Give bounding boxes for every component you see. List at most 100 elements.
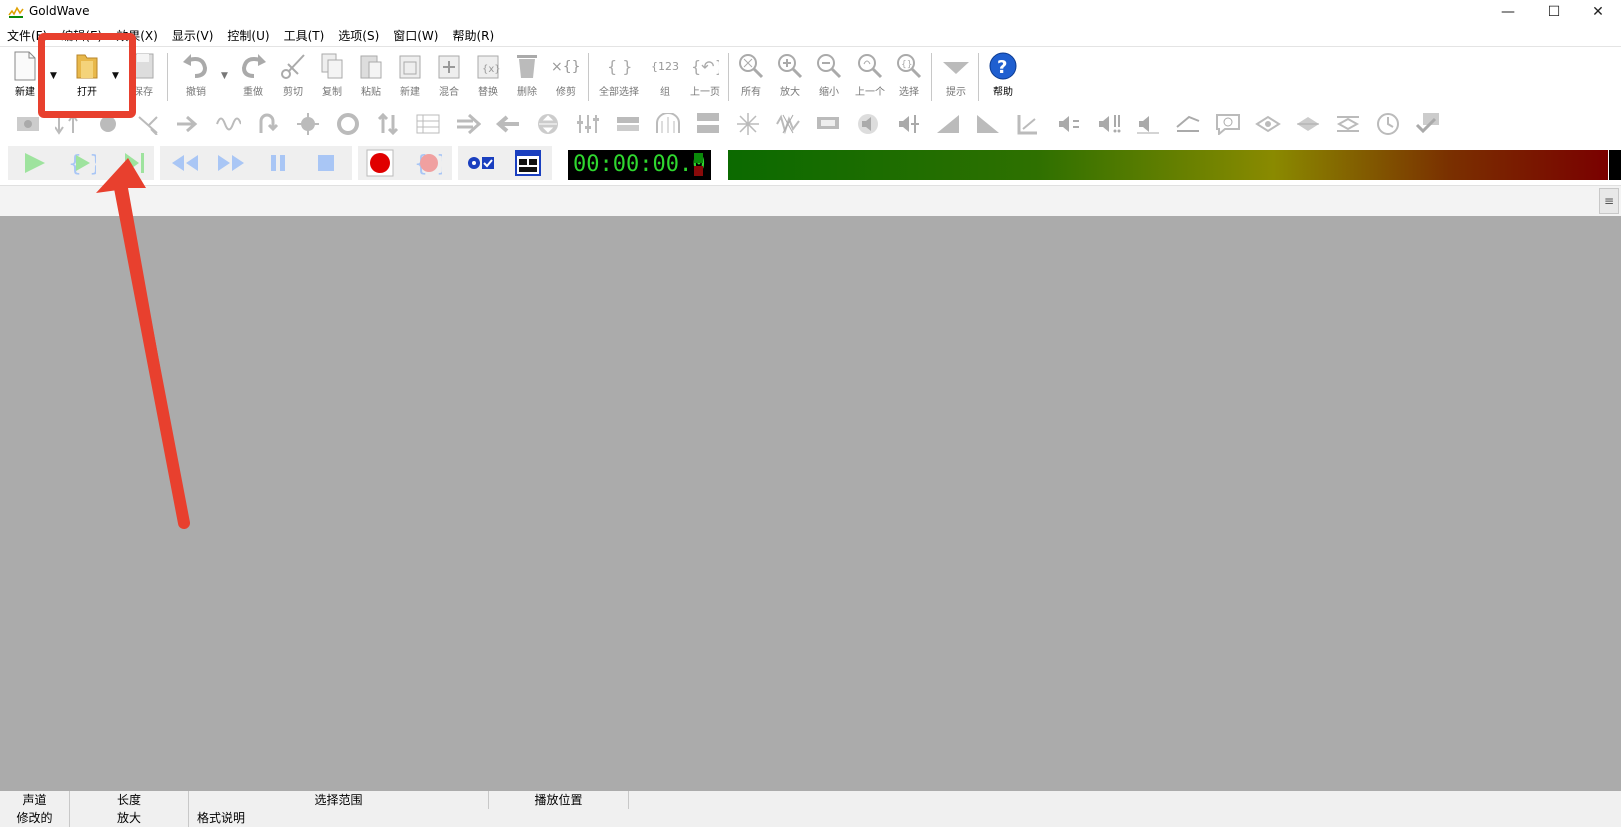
effect-icon-5[interactable]	[174, 110, 202, 138]
mix-button[interactable]: 混合	[432, 49, 466, 103]
play-to-end-button[interactable]	[120, 149, 148, 177]
strip-menu-icon[interactable]: ≡	[1599, 188, 1619, 214]
effect-icon-17[interactable]	[654, 110, 682, 138]
volume-icon-4[interactable]	[1054, 110, 1082, 138]
prev-page-button[interactable]: {↶} 上一页	[686, 49, 724, 103]
effect-icon-14[interactable]	[534, 110, 562, 138]
trim-button[interactable]: ×{}× 修剪	[549, 49, 583, 103]
minimize-button[interactable]: —	[1485, 0, 1531, 24]
paste-new-button[interactable]: 新建	[393, 49, 427, 103]
delete-button[interactable]: 删除	[510, 49, 544, 103]
volume-icon-1[interactable]	[854, 110, 882, 138]
zoom-all-button[interactable]: 所有	[734, 49, 768, 103]
play-button[interactable]	[20, 149, 48, 177]
menu-tools[interactable]: 工具(T)	[277, 27, 332, 47]
visual-settings-button[interactable]	[514, 149, 542, 177]
menu-help[interactable]: 帮助(R)	[445, 27, 501, 47]
maximize-button[interactable]: ☐	[1531, 0, 1577, 24]
zoom-out-button[interactable]: 缩小	[812, 49, 846, 103]
volume-icon-2[interactable]	[894, 110, 922, 138]
control-properties-button[interactable]	[466, 149, 494, 177]
redo-button[interactable]: 重做	[236, 49, 270, 103]
effect-icon-8[interactable]	[294, 110, 322, 138]
goldwave-app-icon	[8, 5, 24, 19]
svg-text:?: ?	[997, 57, 1007, 78]
effect-icon-4[interactable]	[134, 110, 162, 138]
cue-button[interactable]: 提示	[939, 49, 973, 103]
svg-text:}: }	[89, 152, 96, 176]
effect-icon-10[interactable]	[374, 110, 402, 138]
sound-strip: ≡	[0, 185, 1621, 216]
svg-text:{}: {}	[901, 60, 912, 70]
workspace-area	[0, 216, 1621, 791]
level-meter	[728, 150, 1608, 180]
cut-button[interactable]: 剪切	[276, 49, 310, 103]
volume-icon-5[interactable]	[1094, 110, 1122, 138]
scissors-icon	[281, 54, 305, 79]
effect-icon-9[interactable]	[334, 110, 362, 138]
play-to-end-icon	[125, 153, 144, 173]
pause-button[interactable]	[264, 149, 292, 177]
effect-icon-18[interactable]	[694, 110, 722, 138]
play-selection-icon: {}	[68, 152, 96, 176]
effect-icon-22[interactable]	[1174, 110, 1202, 138]
fade-in-icon[interactable]	[934, 110, 962, 138]
effect-icon-26[interactable]	[1334, 110, 1362, 138]
clock-icon[interactable]	[1374, 110, 1402, 138]
toolbar-separator	[931, 53, 932, 101]
svg-text:×{}×: ×{}×	[551, 59, 581, 75]
menu-view[interactable]: 显示(V)	[165, 27, 221, 47]
replace-button[interactable]: {x} 替换	[471, 49, 505, 103]
effect-icon-16[interactable]	[614, 110, 642, 138]
checkbox-settings-icon	[468, 157, 494, 169]
effect-icon-13[interactable]	[494, 110, 522, 138]
effect-icon-23[interactable]	[1214, 110, 1242, 138]
stop-button[interactable]	[312, 149, 340, 177]
zoom-select-button[interactable]: {} 选择	[892, 49, 926, 103]
paste-icon	[360, 55, 382, 79]
effect-icon-19[interactable]	[734, 110, 762, 138]
menu-window[interactable]: 窗口(W)	[386, 27, 445, 47]
toolbar-separator	[978, 53, 979, 101]
record-button[interactable]	[366, 149, 394, 177]
window-settings-icon	[515, 150, 541, 176]
pause-icon	[271, 155, 285, 171]
volume-icon-6[interactable]	[1134, 110, 1162, 138]
effect-icon-20[interactable]	[774, 110, 802, 138]
set-button[interactable]: {123} 组	[648, 49, 682, 103]
close-button[interactable]: ✕	[1575, 0, 1621, 24]
timer-indicator-red	[694, 166, 703, 176]
rewind-icon	[172, 155, 198, 171]
paste-button[interactable]: 粘贴	[354, 49, 388, 103]
new-button[interactable]: 新建	[8, 49, 42, 103]
effect-icon-12[interactable]	[454, 110, 482, 138]
fade-out-icon[interactable]	[974, 110, 1002, 138]
fast-forward-button[interactable]	[216, 149, 244, 177]
open-button-highlight	[38, 33, 136, 118]
zoom-in-button[interactable]: 放大	[773, 49, 807, 103]
svg-text:{↶}: {↶}	[691, 57, 719, 76]
zoom-previous-button[interactable]: 上一个	[851, 49, 889, 103]
effect-icon-25[interactable]	[1294, 110, 1322, 138]
record-selection-button[interactable]: {}	[414, 149, 442, 177]
effect-icon-15[interactable]	[574, 110, 602, 138]
volume-icon-3[interactable]	[1014, 110, 1042, 138]
menu-control[interactable]: 控制(U)	[220, 27, 276, 47]
rewind-button[interactable]	[170, 149, 198, 177]
effect-icon-6[interactable]	[214, 110, 242, 138]
undo-button[interactable]: 撤销	[178, 49, 214, 103]
help-button[interactable]: ? 帮助	[986, 49, 1020, 103]
status-format: 格式说明	[197, 811, 246, 825]
effect-icon-11[interactable]	[414, 110, 442, 138]
effect-icon-21[interactable]	[814, 110, 842, 138]
play-selection-button[interactable]: {}	[68, 149, 96, 177]
select-all-button[interactable]: { } 全部选择	[596, 49, 642, 103]
menu-options[interactable]: 选项(S)	[331, 27, 386, 47]
zoom-all-icon	[739, 54, 764, 79]
copy-button[interactable]: 复制	[315, 49, 349, 103]
effect-icon-7[interactable]	[254, 110, 282, 138]
effect-icon-27[interactable]	[1414, 110, 1442, 138]
effect-icon-24[interactable]	[1254, 110, 1282, 138]
undo-dropdown-icon[interactable]: ▼	[221, 71, 231, 81]
help-question-icon: ?	[989, 52, 1017, 80]
